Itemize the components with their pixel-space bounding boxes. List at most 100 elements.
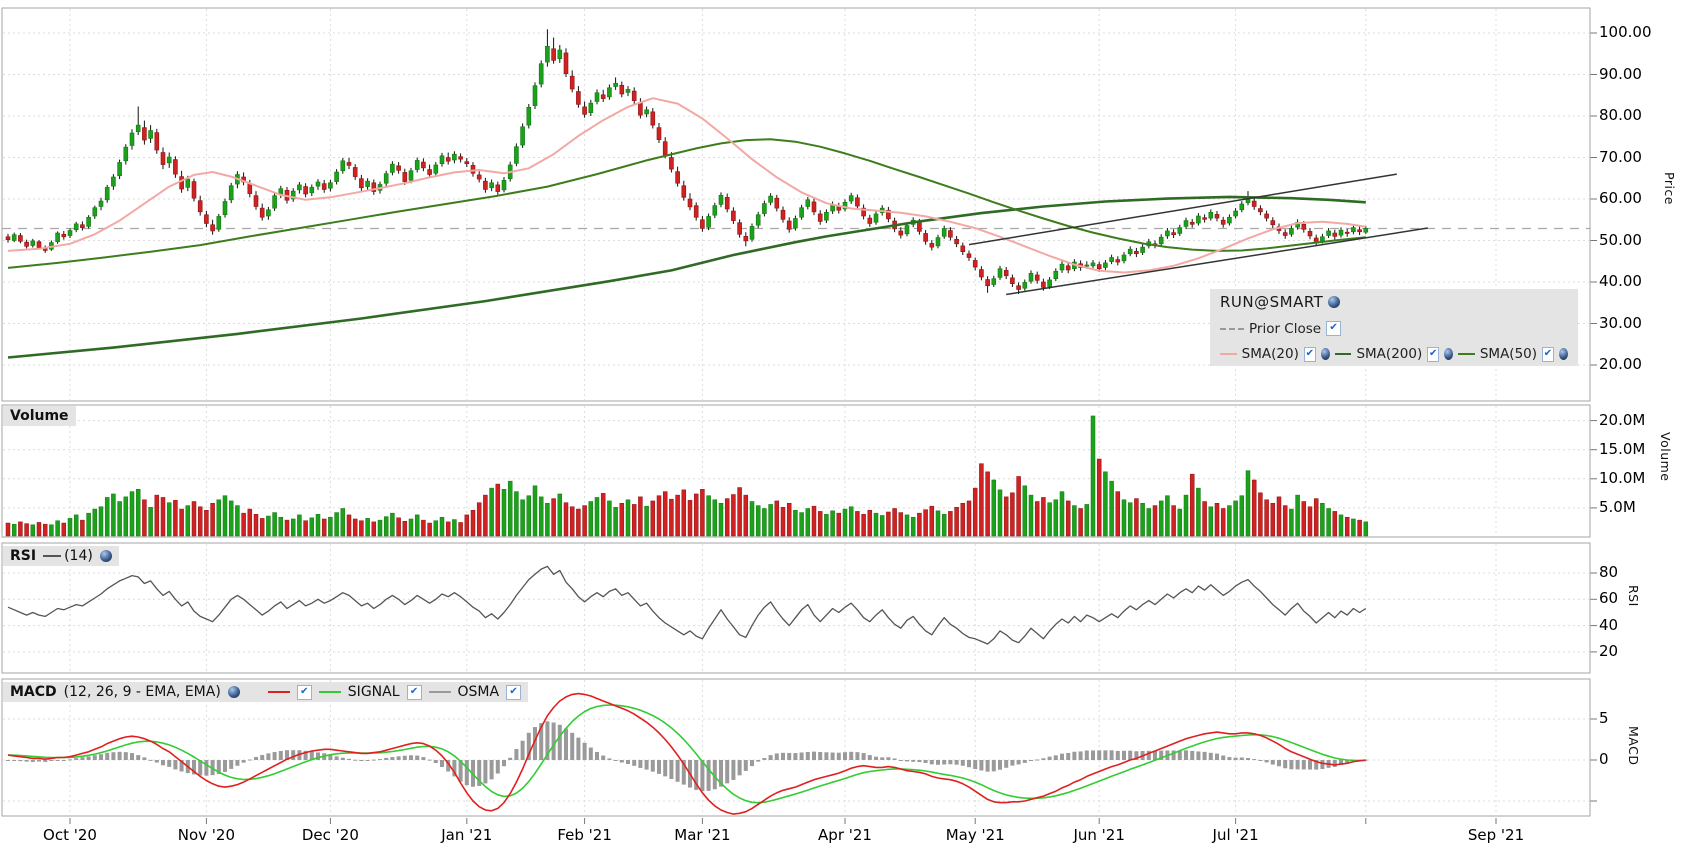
volume-bar <box>582 505 587 537</box>
candle-body <box>166 156 172 164</box>
volume-bar <box>538 496 544 537</box>
volume-bar <box>991 479 997 537</box>
x-axis-label: Mar '21 <box>674 826 731 844</box>
rsi-axis-title: RSI <box>1626 585 1641 607</box>
volume-bar <box>42 523 48 537</box>
osma-bar <box>551 722 556 760</box>
sma200-checkbox[interactable]: ✔ <box>1427 346 1440 362</box>
osma-bar <box>967 760 971 768</box>
volume-bar <box>830 510 835 537</box>
signal-label: SIGNAL <box>347 684 400 700</box>
volume-bar <box>693 493 699 537</box>
volume-bar <box>173 500 178 537</box>
sma50-checkbox[interactable]: ✔ <box>1542 346 1554 362</box>
candle-body <box>979 269 984 278</box>
macd-panel-title: MACD <box>10 684 57 700</box>
candle-body <box>1282 232 1288 236</box>
candle-body <box>148 130 153 139</box>
x-axis-label: Oct '20 <box>43 826 97 844</box>
volume-bar <box>1270 502 1276 537</box>
osma-bar <box>86 756 91 760</box>
volume-bar <box>1233 500 1238 537</box>
volume-bar <box>80 519 85 537</box>
sma20-checkbox[interactable]: ✔ <box>1303 346 1316 362</box>
candle-body <box>421 161 426 169</box>
candle-body <box>24 241 29 247</box>
candle-body <box>191 181 197 199</box>
osma-bar <box>929 760 934 765</box>
signal-checkbox[interactable]: ✔ <box>406 684 422 700</box>
prior-close-label: Prior Close <box>1249 320 1322 337</box>
price-axis-tick-label: 60.00 <box>1599 189 1642 207</box>
volume-bar <box>1127 502 1133 537</box>
candle-body <box>1053 270 1059 279</box>
candle-body <box>73 223 79 231</box>
osma-bar <box>737 760 742 776</box>
candle-body <box>706 216 711 228</box>
candle-body <box>855 197 860 207</box>
prior-close-checkbox[interactable]: ✔ <box>1326 321 1342 336</box>
osma-checkbox[interactable]: ✔ <box>506 684 522 700</box>
osma-bar <box>1010 760 1015 766</box>
volume-bar <box>24 523 29 537</box>
volume-bar <box>799 512 804 537</box>
volume-bar <box>1196 487 1201 537</box>
candle-body <box>1338 229 1344 236</box>
candle-body <box>1047 279 1052 287</box>
osma-bar <box>80 757 85 760</box>
sma20-globe-icon[interactable] <box>1320 348 1330 360</box>
rsi-panel <box>1 542 1591 674</box>
volume-bar <box>241 512 246 537</box>
osma-bar <box>130 753 134 760</box>
candle-body <box>811 201 817 213</box>
osma-bar <box>942 760 947 765</box>
volume-bar <box>235 505 240 537</box>
macd-axis-tick-label: 0 <box>1599 750 1609 768</box>
candle-body <box>966 253 972 258</box>
candle-body <box>1289 228 1294 235</box>
candle-body <box>352 167 358 177</box>
symbol-globe-icon[interactable] <box>1328 296 1341 308</box>
osma-bar <box>384 757 389 760</box>
candle-body <box>929 243 935 248</box>
candle-body <box>1357 229 1362 233</box>
osma-bar <box>973 760 978 770</box>
candle-body <box>569 75 575 90</box>
volume-bar <box>848 506 854 537</box>
candle-body <box>737 222 742 235</box>
osma-bar <box>1332 760 1337 767</box>
volume-bar <box>489 487 494 537</box>
candle-body <box>204 214 209 224</box>
candle-body <box>923 233 928 242</box>
volume-bar <box>1202 501 1207 537</box>
price-axis-tick-label: 90.00 <box>1599 64 1642 83</box>
volume-bar <box>638 496 643 537</box>
volume-bar <box>483 494 488 537</box>
osma-bar <box>1053 755 1058 760</box>
volume-bar <box>1103 471 1108 537</box>
candle-body <box>1202 217 1207 220</box>
sma200-globe-icon[interactable] <box>1444 348 1454 360</box>
candle-body <box>104 187 110 201</box>
candle-body <box>135 124 141 133</box>
volume-bar <box>1338 514 1344 537</box>
candle-body <box>538 63 544 85</box>
osma-bar <box>1115 750 1120 760</box>
x-axis-label: Apr '21 <box>818 826 872 844</box>
candle-body <box>532 85 538 106</box>
macd-globe-icon[interactable] <box>227 686 240 698</box>
sma50-globe-icon[interactable] <box>1558 348 1568 360</box>
candle-body <box>1084 264 1090 267</box>
volume-bar <box>98 506 104 537</box>
volume-axis-tick-label: 20.0M <box>1599 410 1646 429</box>
osma-bar <box>365 760 370 761</box>
volume-bar <box>1282 505 1288 537</box>
macd-checkbox[interactable]: ✔ <box>296 684 312 700</box>
volume-bar <box>731 494 736 537</box>
candle-body <box>1351 227 1356 233</box>
candle-body <box>1010 277 1015 284</box>
rsi-globe-icon[interactable] <box>99 550 112 562</box>
volume-bar <box>371 521 377 537</box>
osma-bar <box>960 760 965 766</box>
osma-bar <box>626 760 630 764</box>
